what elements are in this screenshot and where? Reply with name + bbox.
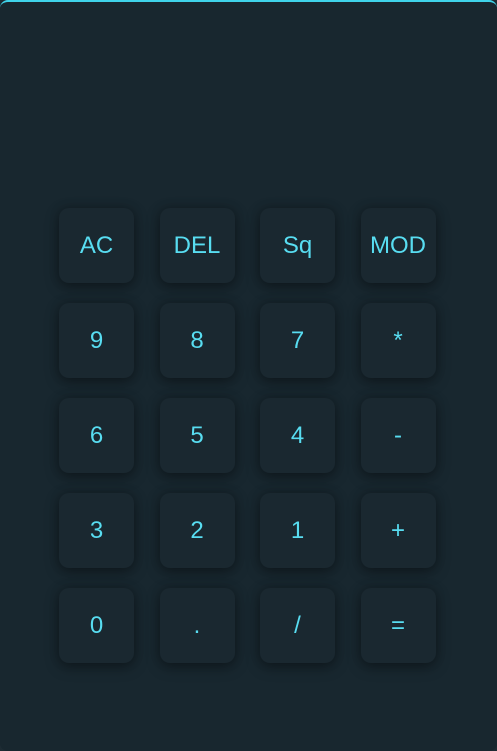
decimal-point-button[interactable]: . — [159, 588, 235, 663]
square-button[interactable]: Sq — [260, 208, 335, 283]
delete-button[interactable]: DEL — [159, 208, 235, 283]
subtract-button[interactable]: - — [360, 398, 436, 473]
digit-2-button[interactable]: 2 — [159, 493, 235, 568]
digit-4-button[interactable]: 4 — [260, 398, 335, 473]
calculator-display — [40, 42, 457, 162]
equals-button[interactable]: = — [360, 588, 436, 663]
digit-0-button[interactable]: 0 — [59, 588, 134, 663]
divide-button[interactable]: / — [260, 588, 335, 663]
digit-6-button[interactable]: 6 — [59, 398, 134, 473]
calculator: AC DEL Sq MOD 9 8 7 * 6 5 4 - 3 2 1 + 0 … — [0, 0, 497, 751]
digit-7-button[interactable]: 7 — [260, 303, 335, 378]
modulo-button[interactable]: MOD — [360, 208, 436, 283]
keypad: AC DEL Sq MOD 9 8 7 * 6 5 4 - 3 2 1 + 0 … — [59, 208, 436, 663]
digit-3-button[interactable]: 3 — [59, 493, 134, 568]
multiply-button[interactable]: * — [360, 303, 436, 378]
digit-1-button[interactable]: 1 — [260, 493, 335, 568]
add-button[interactable]: + — [360, 493, 436, 568]
digit-8-button[interactable]: 8 — [159, 303, 235, 378]
clear-all-button[interactable]: AC — [59, 208, 134, 283]
digit-5-button[interactable]: 5 — [159, 398, 235, 473]
digit-9-button[interactable]: 9 — [59, 303, 134, 378]
